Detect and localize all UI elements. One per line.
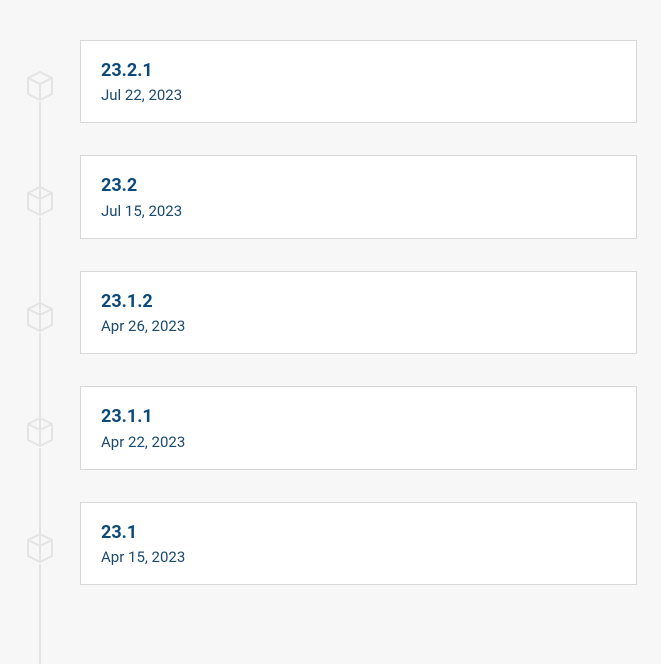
release-card[interactable]: 23.1.2 Apr 26, 2023 xyxy=(80,271,637,354)
release-card[interactable]: 23.2 Jul 15, 2023 xyxy=(80,155,637,238)
release-date: Jul 22, 2023 xyxy=(101,86,616,104)
release-row: 23.1.2 Apr 26, 2023 xyxy=(0,271,661,354)
release-row: 23.2.1 Jul 22, 2023 xyxy=(0,40,661,123)
package-icon xyxy=(26,301,54,333)
release-date: Apr 22, 2023 xyxy=(101,433,616,451)
release-version: 23.2 xyxy=(101,174,616,197)
timeline-connector xyxy=(39,564,41,664)
package-icon xyxy=(26,532,54,564)
release-card[interactable]: 23.1.1 Apr 22, 2023 xyxy=(80,386,637,469)
release-version: 23.1 xyxy=(101,521,616,544)
release-date: Apr 26, 2023 xyxy=(101,317,616,335)
package-icon xyxy=(26,416,54,448)
timeline-node xyxy=(0,40,80,102)
package-icon xyxy=(26,185,54,217)
release-row: 23.2 Jul 15, 2023 xyxy=(0,155,661,238)
release-row: 23.1.1 Apr 22, 2023 xyxy=(0,386,661,469)
release-card[interactable]: 23.1 Apr 15, 2023 xyxy=(80,502,637,585)
package-icon xyxy=(26,70,54,102)
release-version: 23.1.2 xyxy=(101,290,616,313)
release-row: 23.1 Apr 15, 2023 xyxy=(0,502,661,585)
release-version: 23.1.1 xyxy=(101,405,616,428)
release-version: 23.2.1 xyxy=(101,59,616,82)
release-card[interactable]: 23.2.1 Jul 22, 2023 xyxy=(80,40,637,123)
release-history-list: 23.2.1 Jul 22, 2023 23.2 Jul 15, 2023 23… xyxy=(0,0,661,585)
release-date: Apr 15, 2023 xyxy=(101,548,616,566)
release-date: Jul 15, 2023 xyxy=(101,202,616,220)
